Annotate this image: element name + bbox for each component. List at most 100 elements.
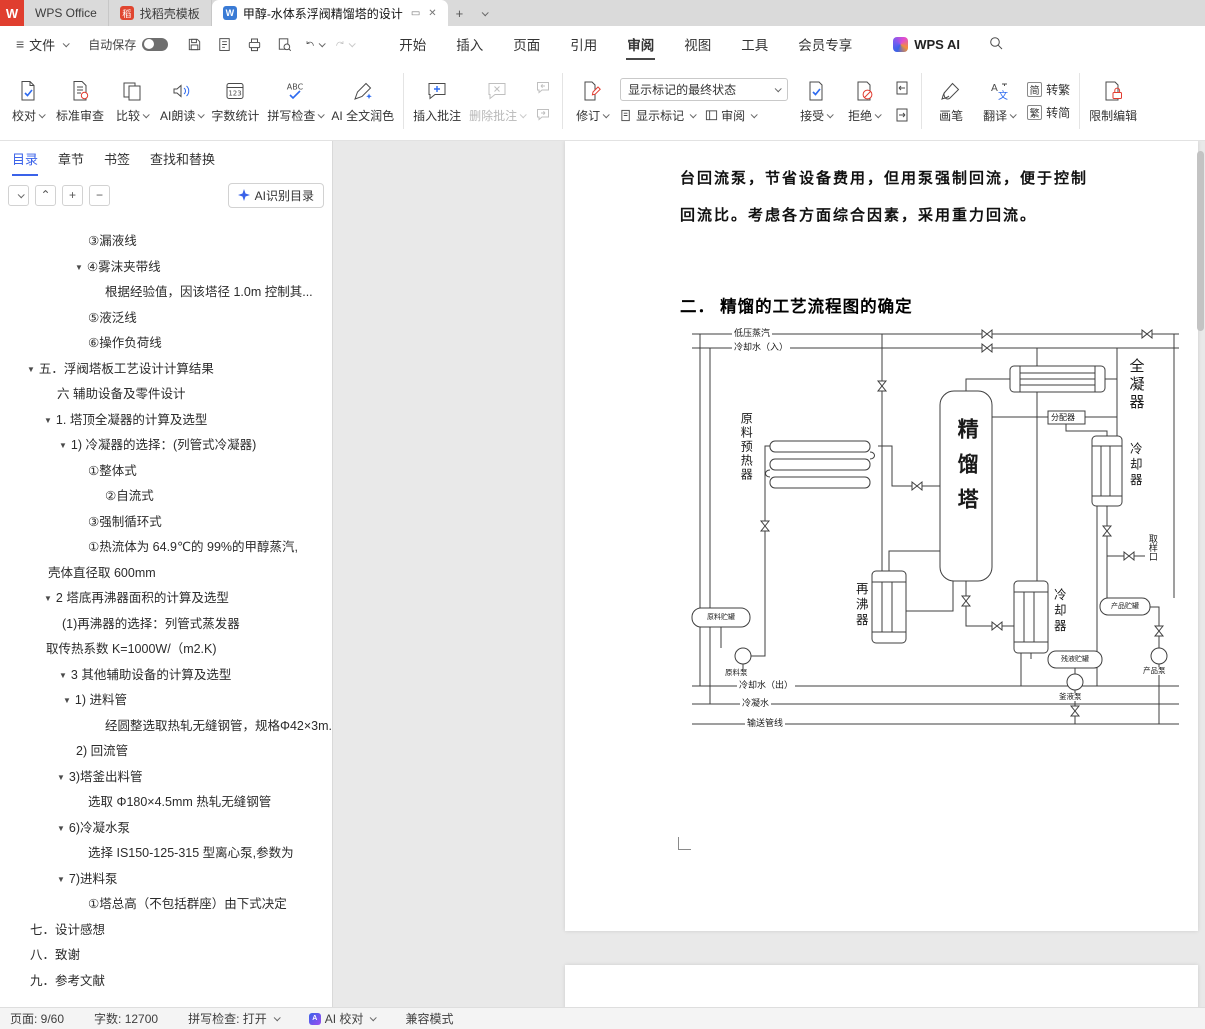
scrollbar-thumb[interactable] <box>1197 151 1204 331</box>
standard-review-button[interactable]: 标准审查 <box>52 68 108 134</box>
toc-item[interactable]: ▼ ④雾沫夹带线 <box>0 255 332 281</box>
toc-item[interactable]: ▼③强制循环式 <box>0 510 332 536</box>
toc-item[interactable]: ▼经圆整选取热轧无缝钢管，规格Φ42×3m... <box>0 714 332 740</box>
prev-change-icon[interactable] <box>890 78 914 98</box>
simplified-to-traditional-button[interactable]: 简 转繁 <box>1027 81 1070 98</box>
next-change-icon[interactable] <box>890 105 914 125</box>
wps-ai-button[interactable]: WPS AI <box>893 36 960 52</box>
wps-logo-icon[interactable]: W <box>0 0 24 26</box>
toc-item[interactable]: ▼ 3)塔釜出料管 <box>0 765 332 791</box>
toc-expand-icon[interactable]: + <box>62 184 83 206</box>
collapse-arrow-icon[interactable]: ▼ <box>75 263 83 272</box>
toc-item[interactable]: ▼选取 Φ180×4.5mm 热轧无缝钢管 <box>0 790 332 816</box>
collapse-arrow-icon[interactable]: ▼ <box>59 671 67 680</box>
undo-icon[interactable] <box>304 34 326 54</box>
proofread-button[interactable]: 校对 <box>4 68 52 134</box>
sidebar-tab[interactable]: 章节 <box>58 149 84 168</box>
toc-item[interactable]: ▼①塔总高（不包括群座）由下式决定 <box>0 892 332 918</box>
reject-button[interactable]: 拒绝 <box>840 68 888 134</box>
traditional-to-simplified-button[interactable]: 繁 转简 <box>1027 104 1070 121</box>
toc-item[interactable]: ▼取传热系数 K=1000W/（m2.K) <box>0 637 332 663</box>
ai-read-button[interactable]: AI朗读 <box>156 68 207 134</box>
paragraph[interactable]: 回流比。考虑各方面综合因素，采用重力回流。 <box>680 204 1168 225</box>
ai-polish-button[interactable]: AI 全文润色 <box>327 68 398 134</box>
spell-check-button[interactable]: ABC 拼写检查 <box>263 68 327 134</box>
ribbon-tab[interactable]: 页面 <box>498 26 555 62</box>
insert-comment-button[interactable]: 插入批注 <box>409 68 465 134</box>
sidebar-tab[interactable]: 查找和替换 <box>150 149 215 168</box>
toc-item[interactable]: ▼ 6)冷凝水泵 <box>0 816 332 842</box>
toc-item[interactable]: ▼ 1) 冷凝器的选择：(列管式冷凝器) <box>0 433 332 459</box>
compatibility-mode-badge[interactable]: 兼容模式 <box>405 1010 453 1027</box>
collapse-arrow-icon[interactable]: ▼ <box>57 773 65 782</box>
toc-collapse-icon[interactable]: ⌃ <box>35 184 56 206</box>
tab-list-icon[interactable] <box>471 0 495 26</box>
word-count-indicator[interactable]: 字数: 12700 <box>94 1010 158 1027</box>
vertical-scrollbar[interactable] <box>1197 145 1204 1003</box>
toc-item[interactable]: ▼⑤液泛线 <box>0 306 332 332</box>
toc-item[interactable]: ▼壳体直径取 600mm <box>0 561 332 587</box>
collapse-arrow-icon[interactable]: ▼ <box>63 696 71 705</box>
word-count-button[interactable]: 123 字数统计 <box>207 68 263 134</box>
toc-item[interactable]: ▼ 1. 塔顶全凝器的计算及选型 <box>0 408 332 434</box>
toc-item[interactable]: ▼③漏液线 <box>0 229 332 255</box>
toc-collapse-all-icon[interactable]: − <box>89 184 110 206</box>
toc-item[interactable]: ▼②自流式 <box>0 484 332 510</box>
collapse-arrow-icon[interactable]: ▼ <box>44 416 52 425</box>
search-icon[interactable] <box>988 35 1004 54</box>
sidebar-tab[interactable]: 书签 <box>104 149 130 168</box>
tab-wps-office[interactable]: WPS Office <box>24 0 109 26</box>
toc-item[interactable]: ▼选择 IS150-125-315 型离心泵,参数为 <box>0 841 332 867</box>
toc-item[interactable]: ▼ 3 其他辅助设备的计算及选型 <box>0 663 332 689</box>
print-icon[interactable] <box>244 34 264 54</box>
tab-preview-icon[interactable]: ▭ <box>411 8 420 19</box>
toc-level-dropdown[interactable] <box>8 184 29 206</box>
redo-icon[interactable] <box>334 34 356 54</box>
tab-template-store[interactable]: 稻 找稻壳模板 <box>109 0 212 26</box>
new-tab-button[interactable]: + <box>448 0 472 26</box>
translate-button[interactable]: A文 翻译 <box>975 68 1023 134</box>
collapse-arrow-icon[interactable]: ▼ <box>59 441 67 450</box>
ribbon-tab[interactable]: 开始 <box>384 26 441 62</box>
print-preview-icon[interactable] <box>274 34 294 54</box>
document-page[interactable]: 台回流泵，节省设备费用，但用泵强制回流，便于控制 回流比。考虑各方面综合因素，采… <box>565 141 1198 931</box>
page-indicator[interactable]: 页面: 9/60 <box>10 1010 64 1027</box>
restrict-edit-button[interactable]: 限制编辑 <box>1085 68 1141 134</box>
delete-comment-button[interactable]: 删除批注 <box>465 68 529 134</box>
next-comment-icon[interactable] <box>531 105 555 125</box>
output-icon[interactable] <box>214 34 234 54</box>
toc-item[interactable]: ▼六 辅助设备及零件设计 <box>0 382 332 408</box>
ribbon-tab[interactable]: 会员专享 <box>783 26 867 62</box>
collapse-arrow-icon[interactable]: ▼ <box>57 824 65 833</box>
file-menu[interactable]: ≡ 文件 <box>10 35 74 54</box>
ribbon-tab[interactable]: 工具 <box>726 26 783 62</box>
markup-state-select[interactable]: 显示标记的最终状态 <box>620 78 789 101</box>
toc-item[interactable]: ▼①热流体为 64.9℃的 99%的甲醇蒸汽, <box>0 535 332 561</box>
collapse-arrow-icon[interactable]: ▼ <box>57 875 65 884</box>
ai-proofread-status[interactable]: A AI 校对 <box>308 1010 378 1027</box>
sidebar-tab[interactable]: 目录 <box>12 149 39 176</box>
document-area[interactable]: 台回流泵，节省设备费用，但用泵强制回流，便于控制 回流比。考虑各方面综合因素，采… <box>333 141 1205 1007</box>
paragraph[interactable]: 台回流泵，节省设备费用，但用泵强制回流，便于控制 <box>680 167 1168 188</box>
accept-button[interactable]: 接受 <box>792 68 840 134</box>
ribbon-tab[interactable]: 插入 <box>441 26 498 62</box>
section-heading[interactable]: 二． 精馏的工艺流程图的确定 <box>680 293 913 317</box>
track-changes-button[interactable]: 修订 <box>568 68 616 134</box>
prev-comment-icon[interactable] <box>531 78 555 98</box>
show-markup-button[interactable]: 显示标记 <box>620 107 697 124</box>
compare-button[interactable]: 比较 <box>108 68 156 134</box>
toc-item[interactable]: ▼ 1) 进料管 <box>0 688 332 714</box>
collapse-arrow-icon[interactable]: ▼ <box>44 594 52 603</box>
ribbon-tab[interactable]: 视图 <box>669 26 726 62</box>
ribbon-tab[interactable]: 引用 <box>555 26 612 62</box>
save-icon[interactable] <box>184 34 204 54</box>
autosave-toggle[interactable] <box>142 37 169 51</box>
tab-close-icon[interactable]: ✕ <box>428 8 436 19</box>
next-document-page[interactable] <box>565 965 1198 1007</box>
pen-button[interactable]: 画笔 <box>927 68 975 134</box>
collapse-arrow-icon[interactable]: ▼ <box>27 365 35 374</box>
toc-item[interactable]: ▼(1)再沸器的选择：列管式蒸发器 <box>0 612 332 638</box>
toc-item[interactable]: ▼①整体式 <box>0 459 332 485</box>
ribbon-tab[interactable]: 审阅 <box>612 26 669 62</box>
toc-item[interactable]: ▼ 五．浮阀塔板工艺设计计算结果 <box>0 357 332 383</box>
